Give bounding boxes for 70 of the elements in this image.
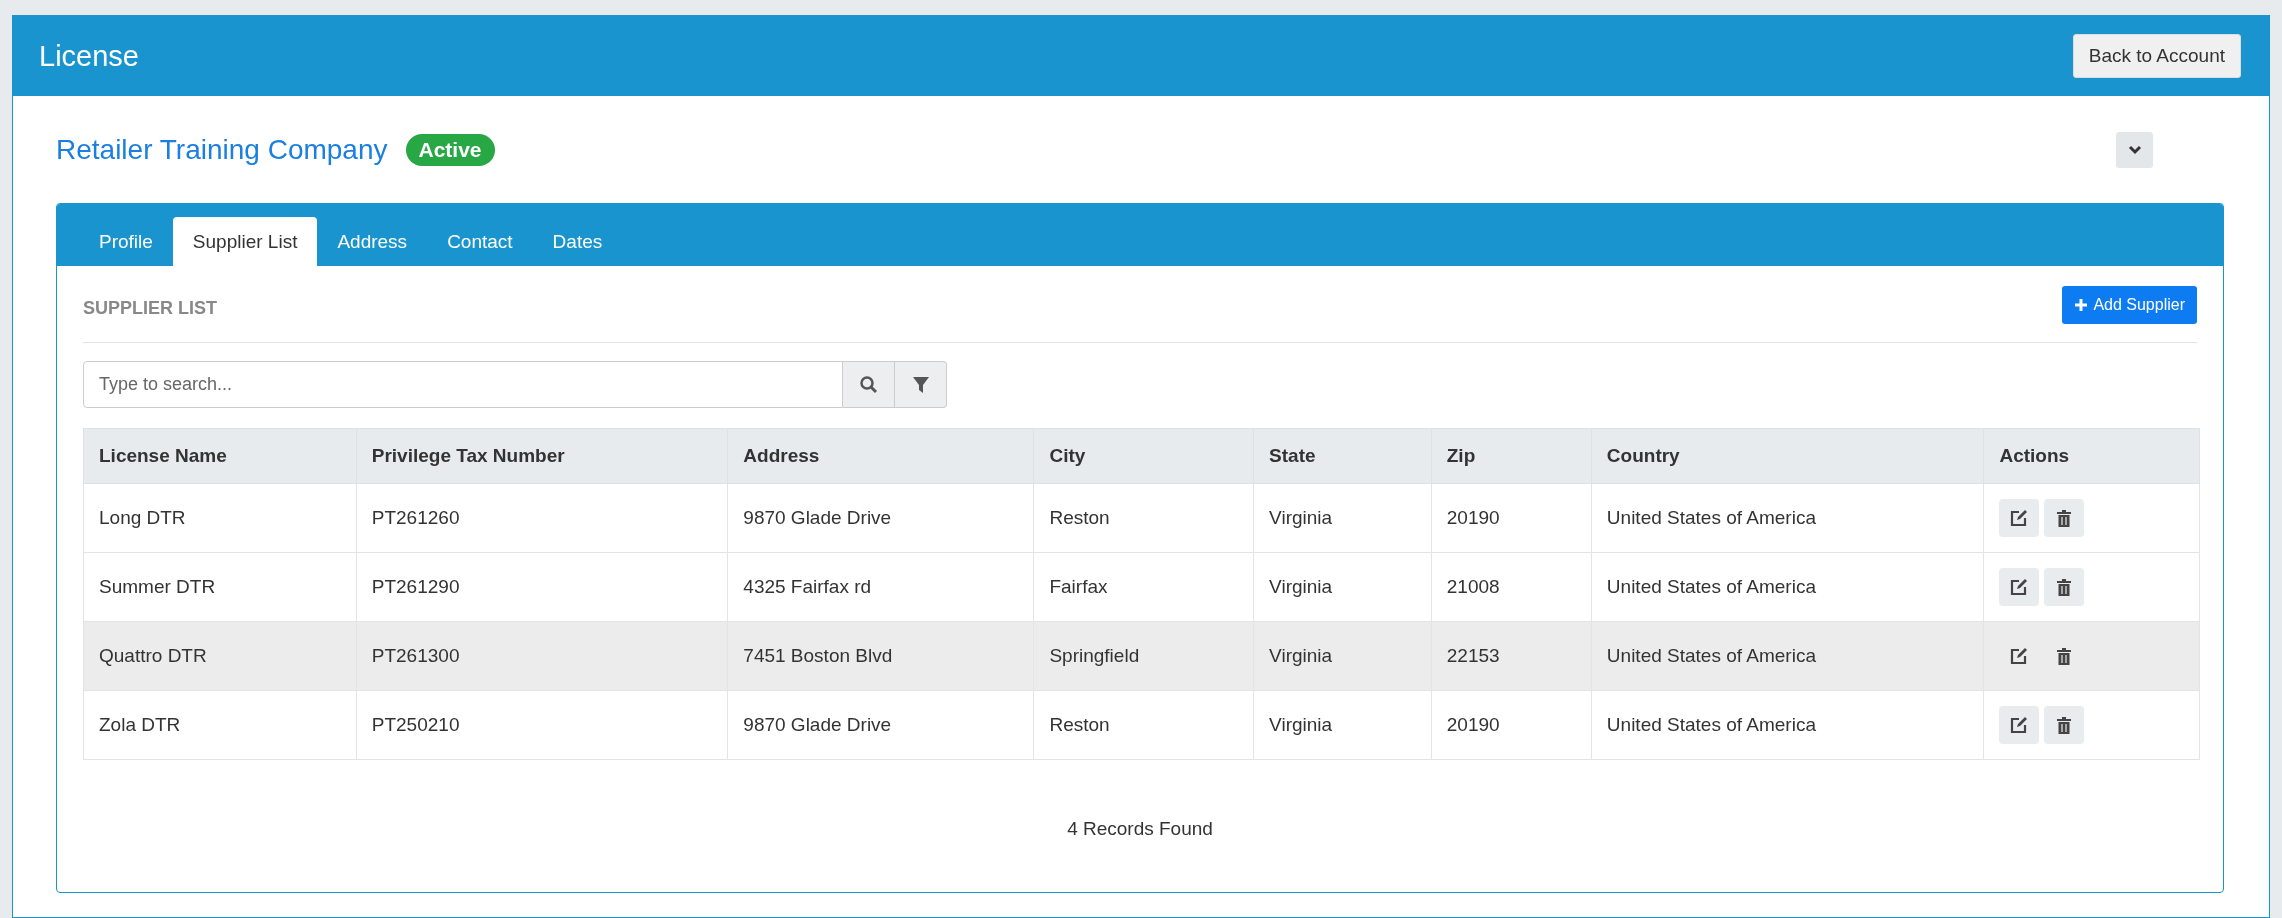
table-cell: 7451 Boston Blvd: [727, 621, 1034, 691]
table-cell: Fairfax: [1033, 552, 1254, 622]
edit-icon: [2010, 578, 2029, 596]
search-button[interactable]: [843, 361, 895, 408]
table-cell: Zola DTR: [83, 690, 357, 760]
add-supplier-button[interactable]: Add Supplier: [2062, 286, 2197, 324]
column-header: Country: [1591, 428, 1984, 484]
section-title: SUPPLIER LIST: [83, 298, 217, 319]
column-header: Actions: [1983, 428, 2200, 484]
trash-icon: [2057, 716, 2072, 734]
filter-button[interactable]: [895, 361, 947, 408]
table-cell: Virginia: [1253, 552, 1432, 622]
search-icon: [858, 374, 879, 395]
delete-button[interactable]: [2044, 706, 2085, 744]
trash-icon: [2057, 578, 2072, 596]
company-link[interactable]: Retailer Training Company: [56, 133, 388, 166]
filter-icon: [911, 375, 930, 394]
tab[interactable]: Supplier List: [172, 217, 318, 266]
table-cell: United States of America: [1591, 483, 1984, 553]
table-cell: 20190: [1431, 483, 1592, 553]
expand-button[interactable]: [2116, 131, 2153, 168]
table-cell: PT261260: [356, 483, 728, 553]
table-cell: 4325 Fairfax rd: [727, 552, 1034, 622]
edit-button[interactable]: [1999, 568, 2040, 606]
table-cell: 9870 Glade Drive: [727, 483, 1034, 553]
column-header: State: [1253, 428, 1432, 484]
table-cell: Summer DTR: [83, 552, 357, 622]
table-cell: Virginia: [1253, 690, 1432, 760]
plus-icon: [2074, 298, 2089, 312]
column-header: City: [1033, 428, 1254, 484]
edit-icon: [2010, 647, 2029, 665]
chevron-icon: [2127, 144, 2142, 155]
table-cell: 21008: [1431, 552, 1592, 622]
edit-icon: [2010, 716, 2029, 734]
table-cell: 9870 Glade Drive: [727, 690, 1034, 760]
table-cell: PT261300: [356, 621, 728, 691]
table-cell: Springfield: [1033, 621, 1254, 691]
status-badge: Active: [405, 133, 495, 166]
table-cell: 22153: [1431, 621, 1592, 691]
tab[interactable]: Address: [317, 217, 428, 266]
trash-icon: [2057, 509, 2072, 527]
tab[interactable]: Profile: [79, 217, 173, 266]
edit-button[interactable]: [1999, 706, 2040, 744]
table-cell: Long DTR: [83, 483, 357, 553]
table-cell: Reston: [1033, 690, 1254, 760]
delete-button[interactable]: [2044, 499, 2085, 537]
table-cell: United States of America: [1591, 621, 1984, 691]
edit-button[interactable]: [1999, 499, 2040, 537]
table-cell: United States of America: [1591, 552, 1984, 622]
table-cell: Reston: [1033, 483, 1254, 553]
tab[interactable]: Contact: [427, 217, 533, 266]
tab[interactable]: Dates: [532, 217, 623, 266]
table-cell: Virginia: [1253, 483, 1432, 553]
edit-icon: [2010, 509, 2029, 527]
page-title: License: [39, 39, 139, 73]
delete-button[interactable]: [2044, 568, 2085, 606]
column-header: License Name: [83, 428, 357, 484]
table-cell: PT250210: [356, 690, 728, 760]
table-cell: 20190: [1431, 690, 1592, 760]
back-button[interactable]: Back to Account: [2072, 34, 2241, 78]
records-count: 4 Records Found: [1066, 818, 1214, 840]
table-cell: Virginia: [1253, 621, 1432, 691]
column-header: Privilege Tax Number: [356, 428, 728, 484]
table-cell: United States of America: [1591, 690, 1984, 760]
table-cell: PT261290: [356, 552, 728, 622]
search-field[interactable]: Type to search...: [83, 361, 843, 408]
table-cell: Quattro DTR: [83, 621, 357, 691]
trash-icon: [2057, 647, 2072, 665]
column-header: Zip: [1431, 428, 1592, 484]
column-header: Address: [727, 428, 1034, 484]
